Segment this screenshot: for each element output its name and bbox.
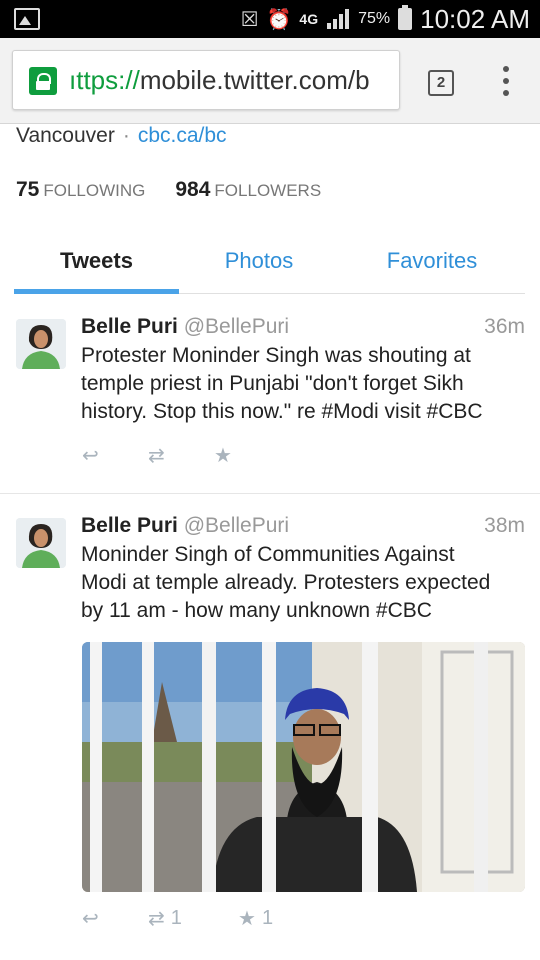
- photo-man-behind-gate: [82, 642, 525, 892]
- followers-label: FOLLOWERS: [214, 181, 322, 200]
- reply-button[interactable]: ↩: [82, 443, 148, 468]
- tweet-text-line: Modi at temple already. Protesters expec…: [81, 571, 491, 594]
- tweet-author-name[interactable]: Belle Puri: [81, 315, 178, 338]
- menu-dot-icon: [503, 66, 509, 72]
- page-content: Vancouver · cbc.ca/bc 75 FOLLOWING 984 FOLLO…: [0, 124, 540, 960]
- profile-website-link[interactable]: cbc.ca/bc: [138, 124, 227, 147]
- tweet-text-line: temple priest in Punjabi "don't forget S…: [81, 372, 464, 395]
- menu-dot-icon: [503, 90, 509, 96]
- tweet-actions: ↩ ⇄ 1 ★ 1: [82, 906, 304, 931]
- favorite-count: 1: [261, 907, 274, 929]
- reply-button[interactable]: ↩: [82, 906, 148, 931]
- profile-location: Vancouver: [16, 124, 115, 147]
- tab-switcher-button[interactable]: 2: [428, 70, 454, 96]
- url-host: mobile.twitter.com/b: [139, 65, 370, 95]
- retweet-button[interactable]: ⇄: [148, 443, 214, 468]
- status-bar: ☒ ⏰ 4G 75% 10:02 AM: [0, 0, 540, 38]
- tweet-timestamp[interactable]: 36m: [484, 315, 525, 339]
- following-label: FOLLOWING: [43, 181, 146, 200]
- tweet-text-line: by 11 am - how many unknown #CBC: [81, 599, 432, 622]
- secure-lock-icon: [29, 67, 57, 95]
- address-bar[interactable]: ıttps://mobile.twitter.com/b: [12, 50, 400, 110]
- tweet-author-handle[interactable]: @BellePuri: [184, 514, 289, 537]
- avatar-image: [16, 518, 66, 568]
- followers-count: 984: [175, 178, 211, 201]
- browser-toolbar: ıttps://mobile.twitter.com/b 2: [0, 38, 540, 124]
- tweet-text-line: Moninder Singh of Communities Against: [81, 543, 455, 566]
- alarm-icon: ⏰: [266, 8, 292, 31]
- profile-tabs: Tweets Photos Favorites: [14, 236, 525, 294]
- tweet-photo[interactable]: [82, 642, 525, 892]
- tweet-text: Moninder Singh of Communities Against Mo…: [81, 541, 525, 625]
- tab-photos[interactable]: Photos: [179, 236, 339, 293]
- tweet-text-line: history. Stop this now." re #Modi visit …: [81, 400, 483, 423]
- clock: 10:02 AM: [420, 3, 530, 34]
- retweet-icon: ⇄: [148, 908, 165, 930]
- retweet-count: 1: [170, 907, 182, 929]
- avatar-image: [16, 319, 66, 369]
- profile-stats: 75 FOLLOWING 984 FOLLOWERS: [16, 178, 321, 202]
- tab-tweets[interactable]: Tweets: [14, 236, 179, 294]
- tweet-author-handle[interactable]: @BellePuri: [184, 315, 289, 338]
- reply-icon: ↩: [82, 445, 99, 467]
- signal-icon: [327, 9, 350, 29]
- url-scheme: ıttps://: [69, 65, 140, 95]
- reply-icon: ↩: [82, 908, 99, 930]
- tweet-author-name[interactable]: Belle Puri: [81, 514, 178, 537]
- tab-favorites[interactable]: Favorites: [339, 236, 525, 293]
- tweet-text-line: Protester Moninder Singh was shouting at: [81, 344, 471, 367]
- battery-icon: [398, 5, 413, 30]
- tweet[interactable]: Belle Puri @BellePuri 38m Moninder Singh…: [0, 494, 540, 960]
- following-stat[interactable]: 75 FOLLOWING: [16, 178, 145, 202]
- tweet-timestamp[interactable]: 38m: [484, 514, 525, 538]
- retweet-icon: ⇄: [148, 445, 165, 467]
- following-count: 75: [16, 178, 40, 201]
- avatar[interactable]: [16, 319, 66, 369]
- favorite-button[interactable]: ★: [214, 443, 280, 468]
- tweet-actions: ↩ ⇄ ★: [82, 443, 280, 468]
- separator: ·: [122, 124, 130, 147]
- tweet-header: Belle Puri @BellePuri 36m: [81, 315, 525, 339]
- battery-percent: 75%: [358, 10, 391, 27]
- menu-dot-icon: [503, 78, 509, 84]
- star-icon: ★: [214, 445, 232, 467]
- status-icons: ☒ ⏰ 4G 75% 10:02 AM: [241, 4, 530, 34]
- url-text[interactable]: ıttps://mobile.twitter.com/b: [69, 65, 370, 96]
- avatar[interactable]: [16, 518, 66, 568]
- profile-location-line: Vancouver · cbc.ca/bc: [16, 124, 227, 148]
- nfc-icon: ☒: [240, 8, 259, 31]
- tweet-header: Belle Puri @BellePuri 38m: [81, 514, 525, 538]
- network-type: 4G: [299, 11, 319, 27]
- tweet[interactable]: Belle Puri @BellePuri 36m Protester Moni…: [0, 295, 540, 494]
- image-notification-icon: [14, 8, 40, 30]
- followers-stat[interactable]: 984 FOLLOWERS: [175, 178, 321, 202]
- favorite-button[interactable]: ★ 1: [238, 906, 304, 931]
- retweet-button[interactable]: ⇄ 1: [148, 906, 238, 931]
- star-icon: ★: [238, 908, 256, 930]
- tweet-text: Protester Moninder Singh was shouting at…: [81, 342, 525, 426]
- browser-menu-button[interactable]: [496, 66, 516, 100]
